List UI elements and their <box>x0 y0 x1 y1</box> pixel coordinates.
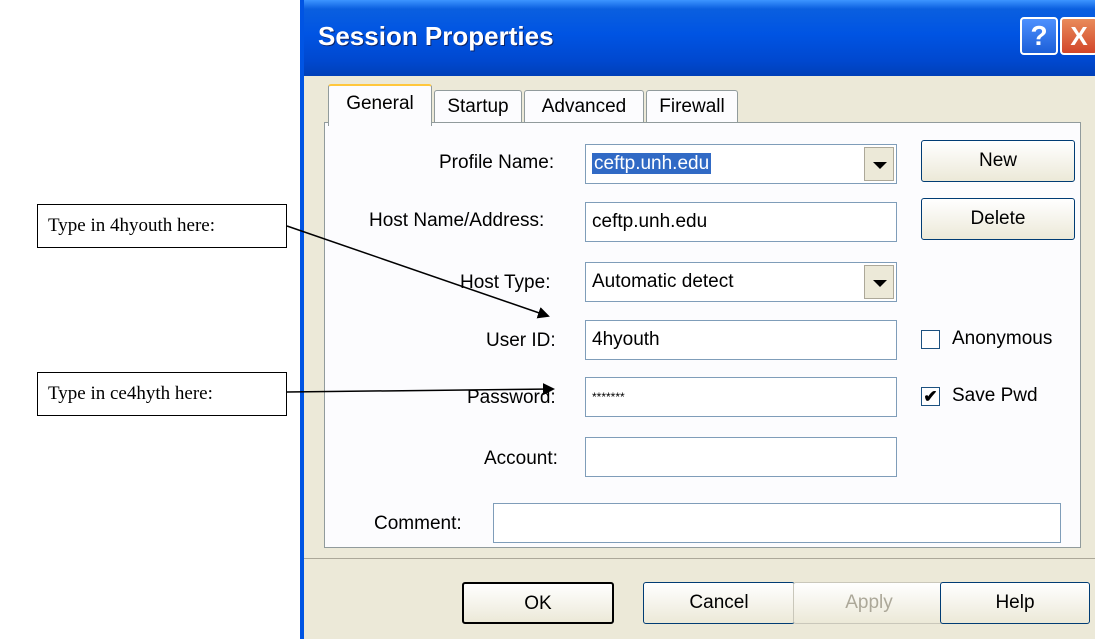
arrow-to-user-id <box>286 225 550 319</box>
annotation-arrows <box>286 225 555 396</box>
tab-general[interactable]: General <box>328 84 432 126</box>
arrow-to-password <box>286 383 555 396</box>
